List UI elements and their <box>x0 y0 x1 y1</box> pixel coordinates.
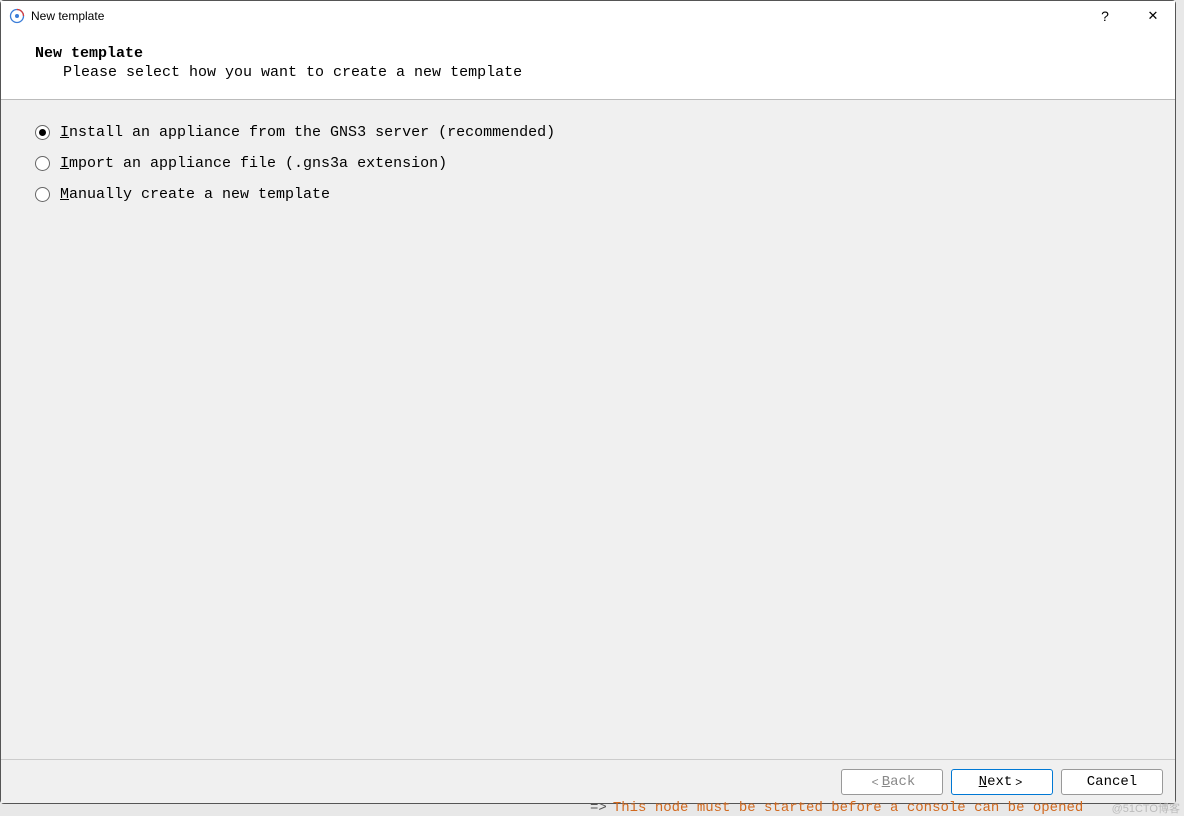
chevron-left-icon: < <box>872 775 879 789</box>
template-method-radio-group: Install an appliance from the GNS3 serve… <box>35 124 1141 203</box>
help-button[interactable]: ? <box>1091 6 1119 26</box>
close-button[interactable]: ✕ <box>1139 6 1167 26</box>
page-title: New template <box>35 45 1161 62</box>
radio-import-file[interactable]: Import an appliance file (.gns3a extensi… <box>35 155 1141 172</box>
radio-label: Import an appliance file (.gns3a extensi… <box>60 155 447 172</box>
dialog-content: Install an appliance from the GNS3 serve… <box>1 100 1175 759</box>
back-button[interactable]: < Back <box>841 769 943 795</box>
console-status-text: =>This node must be started before a con… <box>590 800 1083 816</box>
new-template-dialog: New template ? ✕ New template Please sel… <box>0 0 1176 804</box>
titlebar-title: New template <box>31 9 1091 23</box>
radio-icon <box>35 156 50 171</box>
radio-label: Install an appliance from the GNS3 serve… <box>60 124 555 141</box>
radio-icon <box>35 125 50 140</box>
radio-label: Manually create a new template <box>60 186 330 203</box>
titlebar: New template ? ✕ <box>1 1 1175 31</box>
page-subtitle: Please select how you want to create a n… <box>35 64 1161 81</box>
radio-install-server[interactable]: Install an appliance from the GNS3 serve… <box>35 124 1141 141</box>
watermark: @51CTO博客 <box>1112 800 1180 816</box>
radio-manual-create[interactable]: Manually create a new template <box>35 186 1141 203</box>
cancel-button[interactable]: Cancel <box>1061 769 1163 795</box>
dialog-footer: < Back Next > Cancel <box>1 759 1175 803</box>
chevron-right-icon: > <box>1015 775 1022 789</box>
app-icon <box>9 8 25 24</box>
prompt-arrow-icon: => <box>590 800 607 816</box>
radio-icon <box>35 187 50 202</box>
next-button[interactable]: Next > <box>951 769 1053 795</box>
dialog-header: New template Please select how you want … <box>1 31 1175 100</box>
titlebar-controls: ? ✕ <box>1091 6 1167 26</box>
